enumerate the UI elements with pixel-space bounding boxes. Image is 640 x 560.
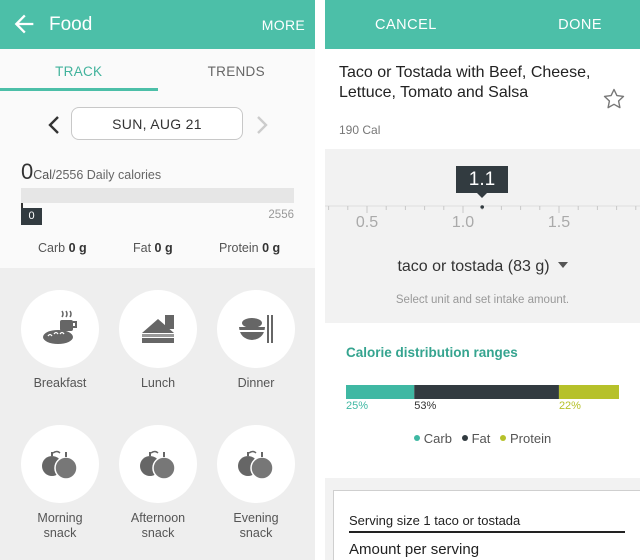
macro-carb: Carb 0 g: [38, 241, 87, 255]
ruler-tick-label: 1.0: [451, 214, 475, 231]
distribution-percent-carb: 25%: [346, 400, 369, 412]
food-header: Taco or Tostada with Beef, Cheese, Lettu…: [325, 49, 640, 149]
calorie-progress-bar: [21, 188, 294, 203]
calories-unit: Cal: [33, 168, 53, 182]
meal-label: Breakfast: [33, 376, 87, 390]
apple-snack-icon: [140, 450, 176, 480]
meal-label: Lunch: [140, 376, 176, 390]
amount-per-serving: Amount per serving: [349, 541, 480, 558]
legend-protein: Protein: [500, 431, 551, 446]
ruler-value-marker: [480, 205, 484, 209]
macro-fat: Fat 0 g: [133, 241, 173, 255]
nutrition-panel: Serving size 1 taco or tostada Amount pe…: [333, 490, 640, 560]
meal-dinner[interactable]: Dinner: [207, 290, 305, 391]
date-selector[interactable]: SUN, AUG 21: [71, 107, 243, 140]
meal-label: Evening snack: [233, 511, 279, 540]
lunch-sandwich-icon: [142, 315, 174, 343]
meal-label: Afternoon snack: [130, 511, 186, 540]
calorie-goal-max: 2556: [268, 209, 294, 221]
distribution-title: Calorie distribution ranges: [346, 345, 518, 360]
distribution-segment-carb: [346, 385, 415, 399]
cancel-button[interactable]: CANCEL: [375, 17, 437, 33]
distribution-legend: Carb Fat Protein: [325, 431, 640, 446]
apple-snack-icon: [238, 450, 274, 480]
meal-grid: Breakfast Lunch Dinner Morning snack Aft…: [0, 268, 315, 560]
calories-consumed: 0: [21, 159, 34, 184]
meal-label: Dinner: [237, 376, 275, 390]
tab-track[interactable]: TRACK: [0, 49, 158, 91]
chevron-right-icon[interactable]: [252, 113, 272, 137]
legend-fat: Fat: [461, 431, 490, 446]
app-bar: Food MORE: [0, 0, 315, 49]
distribution-percent-fat: 53%: [414, 400, 437, 412]
distribution-segment-fat: [414, 385, 559, 399]
distribution-bar: [346, 385, 619, 399]
arrow-left-icon[interactable]: [10, 10, 38, 38]
tab-trends[interactable]: TRENDS: [158, 49, 316, 91]
ruler-tick-label: 0.5: [355, 214, 379, 231]
meal-evening-snack[interactable]: Evening snack: [207, 425, 305, 541]
meal-morning-snack[interactable]: Morning snack: [11, 425, 109, 541]
star-outline-icon[interactable]: [602, 87, 626, 111]
meal-label: Morning snack: [37, 511, 83, 540]
calories-goal: /2556 Daily calories: [52, 168, 162, 182]
food-name: Taco or Tostada with Beef, Cheese, Lettu…: [339, 64, 591, 101]
chevron-left-icon[interactable]: [44, 113, 64, 137]
nutrition-divider: [349, 531, 625, 533]
more-button[interactable]: MORE: [262, 17, 305, 33]
breakfast-coffee-bread-icon: [43, 310, 77, 344]
food-detail-screen: CANCEL DONE Taco or Tostada with Beef, C…: [325, 0, 640, 560]
page-title: Food: [49, 14, 93, 35]
legend-carb: Carb: [413, 431, 452, 446]
calorie-summary: 0Cal/2556 Daily calories: [21, 159, 161, 185]
meal-afternoon-snack[interactable]: Afternoon snack: [109, 425, 207, 541]
tab-bar: TRACK TRENDS: [0, 49, 315, 91]
meal-breakfast[interactable]: Breakfast: [11, 290, 109, 391]
amount-picker: 1.1 0.5 1.0 1.5 taco or tostada (83 g) S…: [325, 149, 640, 323]
serving-size: Serving size 1 taco or tostada: [349, 513, 521, 528]
amount-hint: Select unit and set intake amount.: [395, 294, 570, 306]
food-calories: 190 Cal: [339, 123, 381, 137]
calorie-progress-badge: 0: [21, 208, 42, 225]
calorie-distribution: Calorie distribution ranges 25% 53% 22% Ca…: [325, 323, 640, 478]
daily-summary: SUN, AUG 21 0Cal/2556 Daily calories 0 2…: [0, 91, 315, 268]
dinner-bowl-chopsticks-icon: [239, 315, 273, 343]
macro-protein: Protein 0 g: [219, 241, 281, 255]
action-bar: CANCEL DONE: [325, 0, 640, 49]
food-tracker-screen: Food MORE TRACK TRENDS SUN, AUG 21 0Cal/…: [0, 0, 315, 560]
meal-lunch[interactable]: Lunch: [109, 290, 207, 391]
ruler-tick-label: 1.5: [547, 214, 571, 231]
nutrition-facts: Serving size 1 taco or tostada Amount pe…: [325, 478, 640, 560]
caret-down-icon: [557, 262, 568, 268]
amount-value: 1.1: [456, 166, 508, 193]
distribution-segment-protein: [558, 385, 619, 399]
apple-snack-icon: [42, 450, 78, 480]
distribution-percent-protein: 22%: [558, 400, 581, 412]
unit-dropdown[interactable]: taco or tostada (83 g): [325, 258, 640, 276]
done-button[interactable]: DONE: [558, 17, 602, 33]
